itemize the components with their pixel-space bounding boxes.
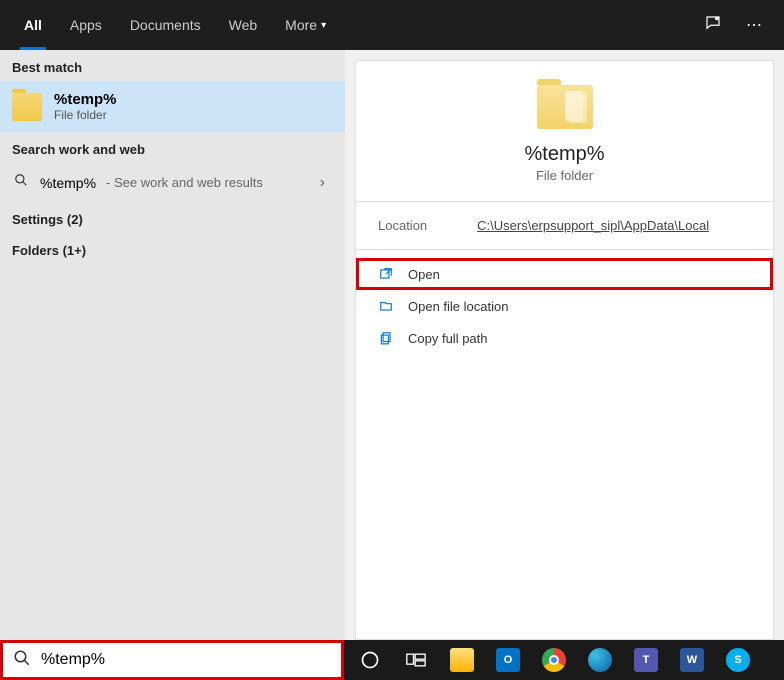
web-result-suffix: - See work and web results <box>106 175 263 190</box>
tab-documents[interactable]: Documents <box>116 0 215 50</box>
results-list: Best match %temp% File folder Search wor… <box>0 50 345 640</box>
location-icon <box>378 298 394 314</box>
search-filter-tabs: All Apps Documents Web More ▾ ⋯ <box>0 0 784 50</box>
tab-all[interactable]: All <box>10 0 56 50</box>
location-path-link[interactable]: C:\Users\erpsupport_sipl\AppData\Local <box>477 218 709 233</box>
result-subtitle: File folder <box>54 108 117 122</box>
open-icon <box>378 266 394 282</box>
copy-full-path-action[interactable]: Copy full path <box>356 322 773 354</box>
folder-large-icon <box>537 85 593 129</box>
folder-icon <box>12 93 42 121</box>
skype-icon[interactable]: S <box>718 643 758 677</box>
search-icon <box>12 173 30 192</box>
web-result-row[interactable]: %temp% - See work and web results › <box>0 163 345 202</box>
web-result-term: %temp% <box>40 175 96 191</box>
tab-more-label: More <box>285 17 317 33</box>
location-label: Location <box>378 218 427 233</box>
best-match-row[interactable]: %temp% File folder <box>0 81 345 132</box>
result-title: %temp% <box>54 91 117 108</box>
word-icon[interactable]: W <box>672 643 712 677</box>
open-location-label: Open file location <box>408 299 508 314</box>
location-row: Location C:\Users\erpsupport_sipl\AppDat… <box>356 202 773 249</box>
open-file-location-action[interactable]: Open file location <box>356 290 773 322</box>
file-explorer-icon[interactable] <box>442 643 482 677</box>
preview-panel: %temp% File folder Location C:\Users\erp… <box>355 60 774 640</box>
tab-more[interactable]: More ▾ <box>271 0 340 50</box>
preview-title: %temp% <box>524 143 604 166</box>
search-icon <box>13 649 31 672</box>
more-options-icon[interactable]: ⋯ <box>734 15 774 35</box>
actions-list: Open Open file location Copy full path <box>356 250 773 362</box>
edge-icon[interactable] <box>580 643 620 677</box>
best-match-heading: Best match <box>0 50 345 81</box>
chrome-icon[interactable] <box>534 643 574 677</box>
teams-icon[interactable]: T <box>626 643 666 677</box>
chevron-right-icon: › <box>320 174 333 192</box>
open-label: Open <box>408 267 440 282</box>
outlook-icon[interactable]: O <box>488 643 528 677</box>
task-view-icon[interactable] <box>396 643 436 677</box>
search-input[interactable] <box>41 651 331 669</box>
search-work-web-heading: Search work and web <box>0 132 345 163</box>
copy-icon <box>378 330 394 346</box>
copy-path-label: Copy full path <box>408 331 488 346</box>
open-action[interactable]: Open <box>356 258 773 290</box>
search-box[interactable] <box>0 640 344 680</box>
folders-heading[interactable]: Folders (1+) <box>0 233 345 264</box>
taskbar: O T W S <box>344 640 784 680</box>
preview-subtitle: File folder <box>536 168 593 183</box>
tab-web[interactable]: Web <box>215 0 272 50</box>
feedback-icon[interactable] <box>692 14 734 37</box>
search-results-area: Best match %temp% File folder Search wor… <box>0 50 784 640</box>
tab-apps[interactable]: Apps <box>56 0 116 50</box>
cortana-icon[interactable] <box>350 643 390 677</box>
chevron-down-icon: ▾ <box>321 20 326 31</box>
settings-heading[interactable]: Settings (2) <box>0 202 345 233</box>
